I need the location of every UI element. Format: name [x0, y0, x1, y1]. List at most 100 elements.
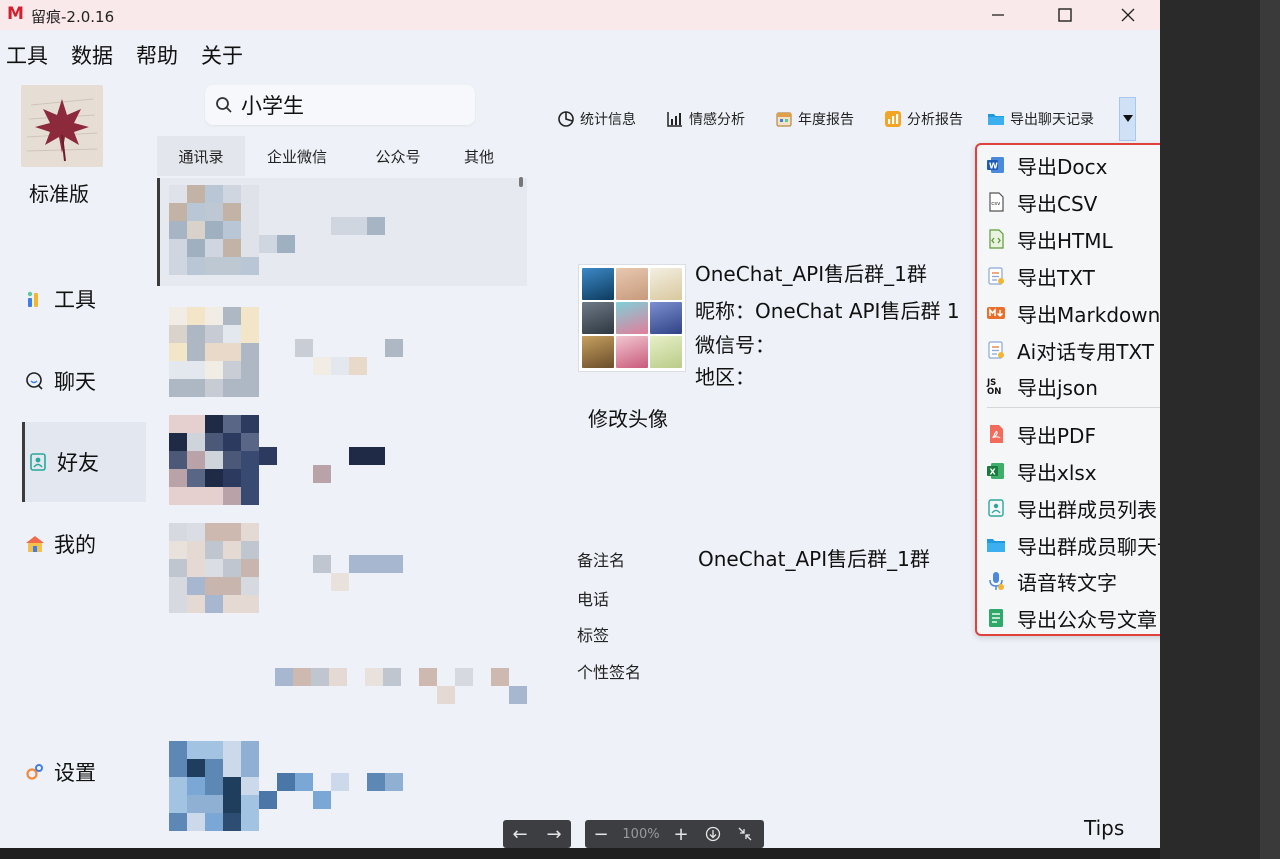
app-window: M 留痕-2.0.16 工具 数据 帮助 关于 标准版 工具 聊天 好友 我的 … — [0, 0, 1160, 848]
menu-item-export-member-chats[interactable]: 导出群成员聊天记录 — [985, 527, 1160, 563]
menu-item-export-html[interactable]: 导出HTML — [985, 221, 1160, 257]
export-menu: W 导出Docx csv 导出CSV 导出HTML 导出TXT 导出Markdo… — [975, 143, 1160, 636]
edition-label: 标准版 — [29, 182, 89, 206]
redacted-pixel — [455, 668, 473, 686]
menu-item-export-members[interactable]: 导出群成员列表 — [985, 490, 1160, 526]
sidebar-item-settings[interactable]: 设置 — [22, 732, 146, 812]
redacted-pixel — [365, 668, 383, 686]
minimize-button[interactable] — [968, 0, 1028, 30]
menu-item-label: 导出PDF — [1017, 423, 1096, 448]
redacted-pixel — [241, 487, 259, 505]
zoom-out-button[interactable]: − — [585, 820, 617, 848]
collapse-button[interactable] — [729, 820, 761, 848]
zoom-level: 100% — [622, 826, 660, 842]
menu-item-label: 导出Docx — [1017, 154, 1108, 179]
redacted-pixel — [223, 577, 241, 595]
menu-item-export-markdown[interactable]: 导出Markdown — [985, 295, 1160, 331]
redacted-pixel — [367, 217, 385, 235]
menu-item-export-json[interactable]: JS ON 导出json — [985, 368, 1160, 404]
maximize-button[interactable] — [1035, 0, 1095, 30]
annual-report-button[interactable]: 年度报告 — [774, 97, 854, 141]
contact-name: OneChat_API售后群_1群 — [695, 262, 927, 286]
redacted-pixel — [187, 257, 205, 275]
calendar-report-icon — [774, 109, 794, 129]
redacted-pixel — [169, 221, 187, 239]
menu-item-ai-txt[interactable]: Ai对话专用TXT — [985, 332, 1160, 368]
tab-other[interactable]: 其他 — [445, 136, 513, 176]
zoom-in-button[interactable]: + — [665, 820, 697, 848]
menu-item-export-pdf[interactable]: 导出PDF — [985, 416, 1160, 452]
tips-link[interactable]: Tips — [1084, 816, 1124, 840]
list-scrollbar[interactable] — [519, 177, 523, 187]
redacted-pixel — [367, 555, 385, 573]
menu-item-label: 导出xlsx — [1017, 460, 1097, 485]
redacted-pixel — [313, 357, 331, 375]
export-dropdown-toggle[interactable] — [1119, 97, 1136, 141]
redacted-pixel — [223, 379, 241, 397]
remark-value: OneChat_API售后群_1群 — [698, 547, 930, 571]
redacted-pixel — [383, 668, 401, 686]
tools-icon — [24, 288, 46, 310]
download-button[interactable] — [697, 820, 729, 848]
back-button[interactable]: ← — [503, 820, 537, 848]
sidebar-item-chat[interactable]: 聊天 — [22, 341, 146, 421]
word-icon: W — [985, 154, 1007, 176]
menu-item-export-csv[interactable]: csv 导出CSV — [985, 184, 1160, 220]
voice-icon — [985, 570, 1007, 592]
redacted-pixel — [241, 239, 259, 257]
sidebar-item-tools[interactable]: 工具 — [22, 259, 146, 339]
redacted-pixel — [241, 577, 259, 595]
menu-help[interactable]: 帮助 — [136, 40, 178, 70]
tab-contacts[interactable]: 通讯录 — [157, 136, 245, 176]
menu-about[interactable]: 关于 — [201, 40, 243, 70]
stats-button[interactable]: 统计信息 — [556, 97, 636, 141]
redacted-pixel — [205, 325, 223, 343]
member-list-icon — [985, 497, 1007, 519]
tab-enterprise-wechat[interactable]: 企业微信 — [249, 136, 345, 176]
change-avatar-button[interactable]: 修改头像 — [588, 403, 668, 432]
analysis-report-icon — [883, 109, 903, 129]
desktop-background — [1160, 0, 1280, 859]
redacted-pixel — [223, 759, 241, 777]
redacted-pixel — [169, 741, 187, 759]
close-button[interactable] — [1098, 0, 1158, 30]
redacted-pixel — [169, 239, 187, 257]
redacted-pixel — [419, 668, 437, 686]
redacted-pixel — [187, 559, 205, 577]
menu-item-export-articles[interactable]: 导出公众号文章 — [985, 600, 1160, 636]
tab-official-accounts[interactable]: 公众号 — [353, 136, 443, 176]
signature-label: 个性签名 — [577, 663, 642, 682]
redacted-pixel — [205, 595, 223, 613]
analysis-report-button[interactable]: 分析报告 — [883, 97, 963, 141]
redacted-pixel — [187, 777, 205, 795]
redacted-pixel — [275, 668, 293, 686]
sentiment-button[interactable]: 情感分析 — [665, 97, 745, 141]
menu-item-export-txt[interactable]: 导出TXT — [985, 258, 1160, 294]
analysis-report-label: 分析报告 — [907, 112, 963, 128]
redacted-pixel — [259, 447, 277, 465]
export-chat-button[interactable]: 导出聊天记录 — [986, 97, 1094, 141]
svg-text:X: X — [990, 468, 997, 477]
redacted-pixel — [205, 759, 223, 777]
menu-item-label: 语音转文字 — [1017, 570, 1117, 595]
menu-item-export-xlsx[interactable]: X 导出xlsx — [985, 453, 1160, 489]
redacted-pixel — [331, 573, 349, 591]
menu-item-label: 导出TXT — [1017, 265, 1095, 290]
redacted-pixel — [349, 555, 367, 573]
sidebar-item-label: 聊天 — [54, 370, 96, 394]
forward-button[interactable]: → — [537, 820, 571, 848]
redacted-pixel — [169, 759, 187, 777]
sidebar-item-mine[interactable]: 我的 — [22, 504, 146, 584]
excel-icon: X — [985, 460, 1007, 482]
group-avatar[interactable] — [578, 264, 686, 372]
menu-item-label: 导出json — [1017, 375, 1098, 400]
menu-data[interactable]: 数据 — [71, 40, 113, 70]
redacted-pixel — [223, 203, 241, 221]
redacted-pixel — [367, 773, 385, 791]
home-icon — [24, 533, 46, 555]
menu-item-export-docx[interactable]: W 导出Docx — [985, 147, 1160, 183]
sidebar-item-friends[interactable]: 好友 — [22, 422, 146, 502]
menu-item-voice-to-text[interactable]: 语音转文字 — [985, 563, 1160, 599]
menu-tools[interactable]: 工具 — [6, 40, 48, 70]
contact-wechat-id: 微信号： — [695, 333, 775, 357]
